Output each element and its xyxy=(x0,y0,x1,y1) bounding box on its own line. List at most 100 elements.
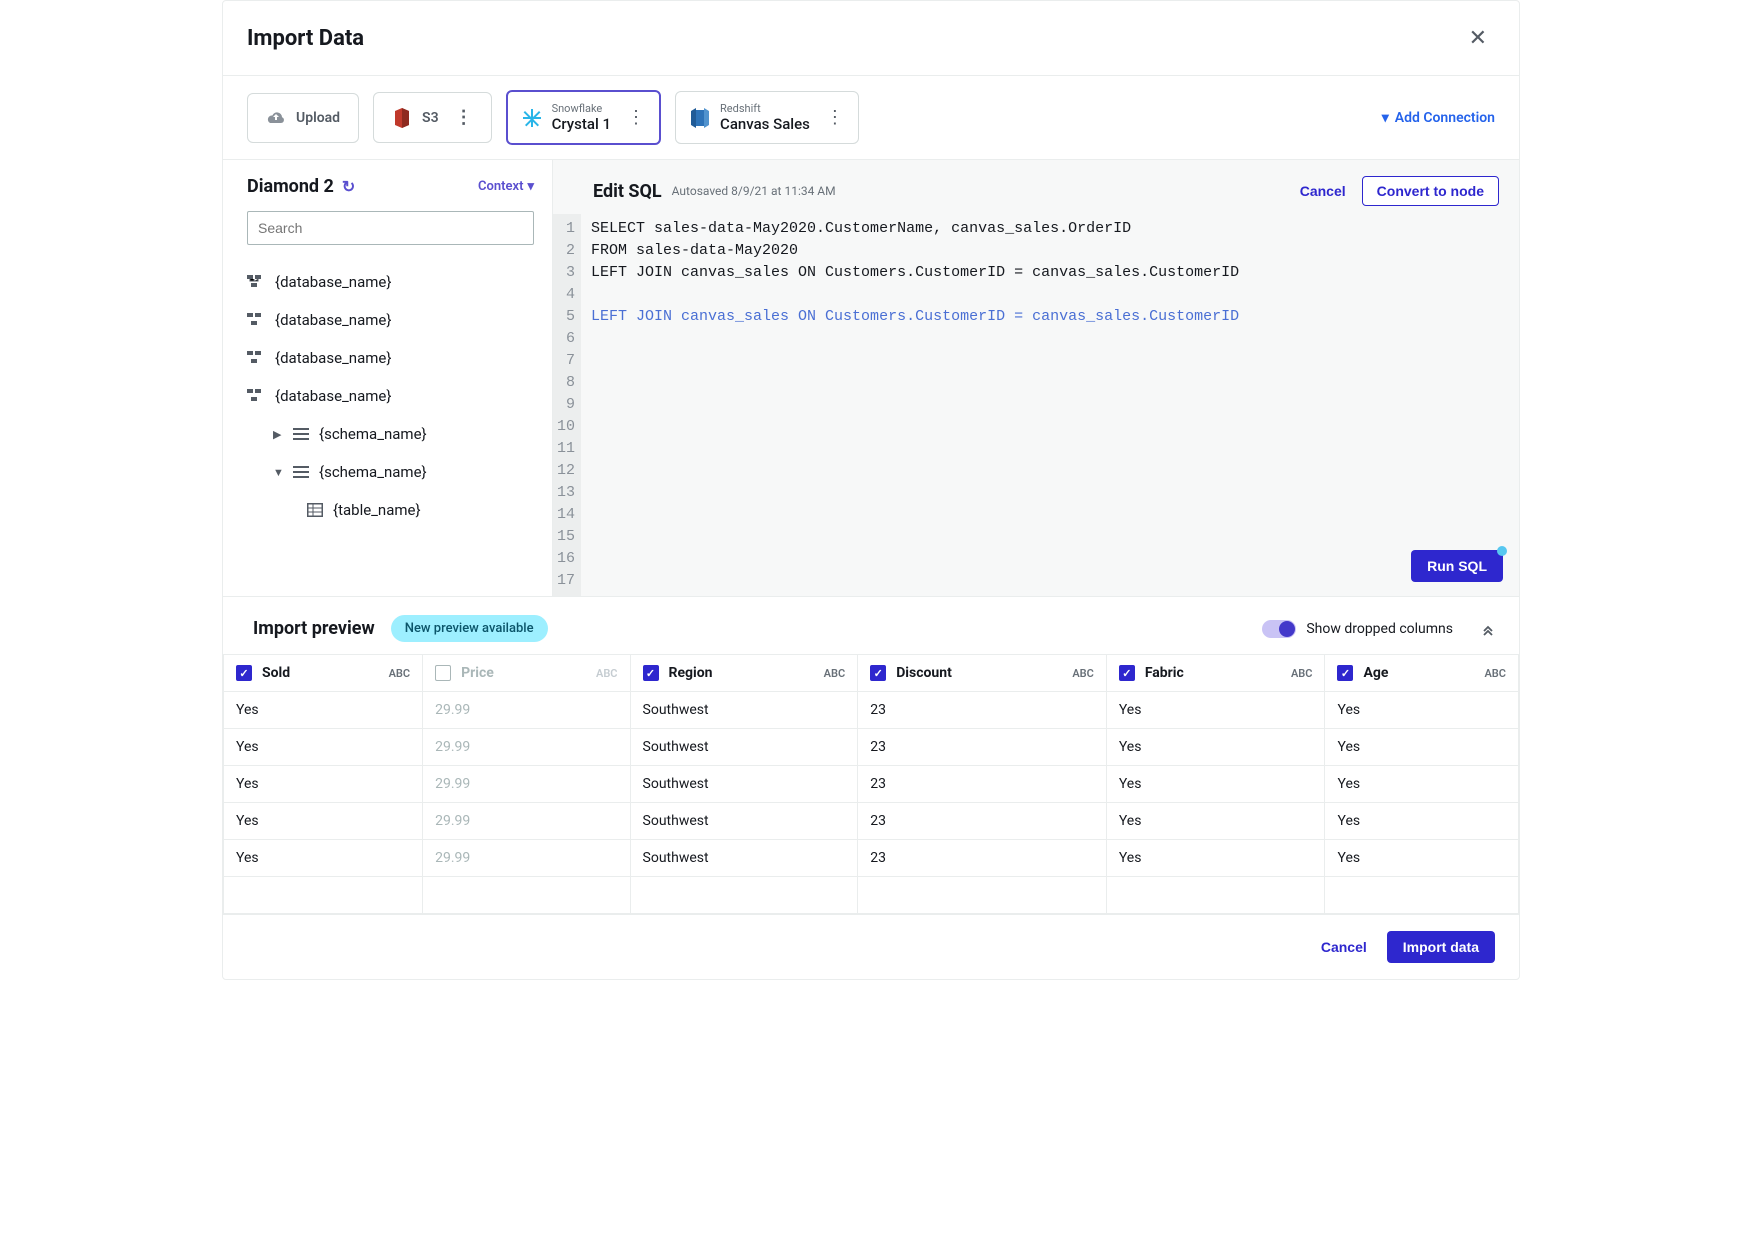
column-header[interactable]: ✓ Discount ABC xyxy=(858,655,1107,692)
table-cell: 23 xyxy=(858,729,1107,766)
column-checkbox[interactable]: ✓ xyxy=(643,665,659,681)
database-item[interactable]: {database_name} xyxy=(247,339,534,377)
show-dropped-label: Show dropped columns xyxy=(1306,621,1453,637)
table-cell: Yes xyxy=(224,803,423,840)
autosave-text: Autosaved 8/9/21 at 11:34 AM xyxy=(672,184,836,198)
source-snowflake[interactable]: Snowflake Crystal 1 ⋮ xyxy=(506,90,661,145)
column-header[interactable]: ✓AgeABC xyxy=(1325,655,1519,692)
datasource-name: Diamond 2 ↻ xyxy=(247,176,355,197)
column-checkbox[interactable]: ✓ xyxy=(1119,665,1135,681)
footer-cancel-button[interactable]: Cancel xyxy=(1321,939,1367,955)
table-item[interactable]: {table_name} xyxy=(247,491,534,529)
source-upload[interactable]: Upload xyxy=(247,93,359,143)
source-s3-label: S3 xyxy=(422,110,439,126)
column-checkbox[interactable]: ✓ xyxy=(870,665,886,681)
schema-icon xyxy=(293,466,309,478)
table-cell: Yes xyxy=(224,729,423,766)
kebab-icon[interactable]: ⋮ xyxy=(627,107,645,128)
table-body: Yes29.99Southwest23YesYesYes29.99Southwe… xyxy=(224,692,1519,914)
column-header[interactable]: ✓PriceABC xyxy=(423,655,630,692)
editor-pane: Edit SQL Autosaved 8/9/21 at 11:34 AM Ca… xyxy=(553,160,1519,596)
modal-footer: Cancel Import data xyxy=(223,914,1519,979)
table-cell: Southwest xyxy=(630,803,858,840)
database-icon xyxy=(247,389,265,403)
sources-row: Upload S3 ⋮ Snowflake Crystal 1 ⋮ R xyxy=(223,76,1519,160)
source-upload-label: Upload xyxy=(296,110,340,126)
database-item[interactable]: {database_name} xyxy=(247,263,534,301)
database-item[interactable]: {database_name} xyxy=(247,377,534,415)
database-tree: {database_name} {database_name} {databas… xyxy=(247,263,534,529)
snowflake-icon xyxy=(522,108,542,128)
kebab-icon[interactable]: ⋮ xyxy=(826,107,844,128)
table-cell: Yes xyxy=(1325,692,1519,729)
column-checkbox[interactable]: ✓ xyxy=(236,665,252,681)
schema-icon xyxy=(293,428,309,440)
column-type-badge: ABC xyxy=(596,667,618,680)
search-input[interactable] xyxy=(247,211,534,245)
database-icon xyxy=(247,351,265,365)
column-header[interactable]: ✓SoldABC xyxy=(224,655,423,692)
run-sql-button[interactable]: Run SQL xyxy=(1411,550,1503,582)
convert-to-node-button[interactable]: Convert to node xyxy=(1362,176,1499,206)
source-redshift[interactable]: Redshift Canvas Sales ⋮ xyxy=(675,91,859,144)
column-name: Region xyxy=(669,665,713,681)
sidebar: Diamond 2 ↻ Context ▾ {database_name} {d… xyxy=(223,160,553,596)
table-header-row: ✓SoldABC✓PriceABC✓RegionABC✓DiscountABC✓… xyxy=(224,655,1519,692)
table-cell: Southwest xyxy=(630,692,858,729)
s3-icon xyxy=(392,108,412,128)
snowflake-top-label: Snowflake xyxy=(552,102,611,115)
add-connection-button[interactable]: ▾ Add Connection xyxy=(1382,110,1495,126)
kebab-icon[interactable]: ⋮ xyxy=(455,107,473,128)
table-cell: Yes xyxy=(1106,840,1325,877)
redshift-labels: Redshift Canvas Sales xyxy=(720,102,810,133)
snowflake-labels: Snowflake Crystal 1 xyxy=(552,102,611,133)
column-name: Fabric xyxy=(1145,665,1184,681)
column-checkbox[interactable]: ✓ xyxy=(435,665,451,681)
table-cell: Yes xyxy=(1106,692,1325,729)
table-cell: Yes xyxy=(1106,803,1325,840)
table-icon xyxy=(307,503,323,517)
sql-editor[interactable]: 1234567891011121314151617 SELECT sales-d… xyxy=(553,214,1519,596)
table-cell: 29.99 xyxy=(423,729,630,766)
editor-cancel-button[interactable]: Cancel xyxy=(1300,183,1346,199)
column-type-badge: ABC xyxy=(1291,667,1313,680)
schema-item[interactable]: ▶{schema_name} xyxy=(247,415,534,453)
database-item[interactable]: {database_name} xyxy=(247,301,534,339)
table-row: Yes29.99Southwest23YesYes xyxy=(224,729,1519,766)
redshift-top-label: Redshift xyxy=(720,102,810,115)
collapse-icon[interactable] xyxy=(1481,622,1495,636)
redshift-icon xyxy=(690,108,710,128)
line-gutter: 1234567891011121314151617 xyxy=(553,214,581,596)
import-data-modal: Import Data ✕ Upload S3 ⋮ Snowflake C xyxy=(222,0,1520,980)
snowflake-name: Crystal 1 xyxy=(552,115,611,133)
import-data-button[interactable]: Import data xyxy=(1387,931,1495,963)
table-cell: 23 xyxy=(858,692,1107,729)
column-header[interactable]: ✓ Fabric ABC xyxy=(1106,655,1325,692)
preview-title: Import preview xyxy=(253,618,375,639)
table-cell: Yes xyxy=(224,692,423,729)
editor-title: Edit SQL xyxy=(593,181,662,202)
show-dropped-toggle[interactable] xyxy=(1262,620,1296,638)
table-cell: 23 xyxy=(858,803,1107,840)
modal-header: Import Data ✕ xyxy=(223,1,1519,76)
close-icon: ✕ xyxy=(1469,25,1487,50)
close-button[interactable]: ✕ xyxy=(1461,21,1495,55)
new-preview-pill[interactable]: New preview available xyxy=(391,615,548,642)
source-s3[interactable]: S3 ⋮ xyxy=(373,92,492,143)
refresh-icon[interactable]: ↻ xyxy=(342,177,355,196)
table-cell: Yes xyxy=(1106,766,1325,803)
workspace: Diamond 2 ↻ Context ▾ {database_name} {d… xyxy=(223,160,1519,596)
column-name: Discount xyxy=(896,665,952,681)
table-cell: Yes xyxy=(1325,840,1519,877)
code-lines[interactable]: SELECT sales-data-May2020.CustomerName, … xyxy=(581,214,1519,596)
column-type-badge: ABC xyxy=(1072,667,1094,680)
preview-table: ✓SoldABC✓PriceABC✓RegionABC✓DiscountABC✓… xyxy=(223,654,1519,914)
schema-item[interactable]: ▼{schema_name} xyxy=(247,453,534,491)
column-name: Age xyxy=(1363,665,1388,681)
table-cell: Yes xyxy=(224,766,423,803)
context-dropdown[interactable]: Context ▾ xyxy=(478,179,534,194)
column-header[interactable]: ✓RegionABC xyxy=(630,655,858,692)
table-row: Yes29.99Southwest23YesYes xyxy=(224,803,1519,840)
column-checkbox[interactable]: ✓ xyxy=(1337,665,1353,681)
preview-header: Import preview New preview available Sho… xyxy=(223,596,1519,654)
